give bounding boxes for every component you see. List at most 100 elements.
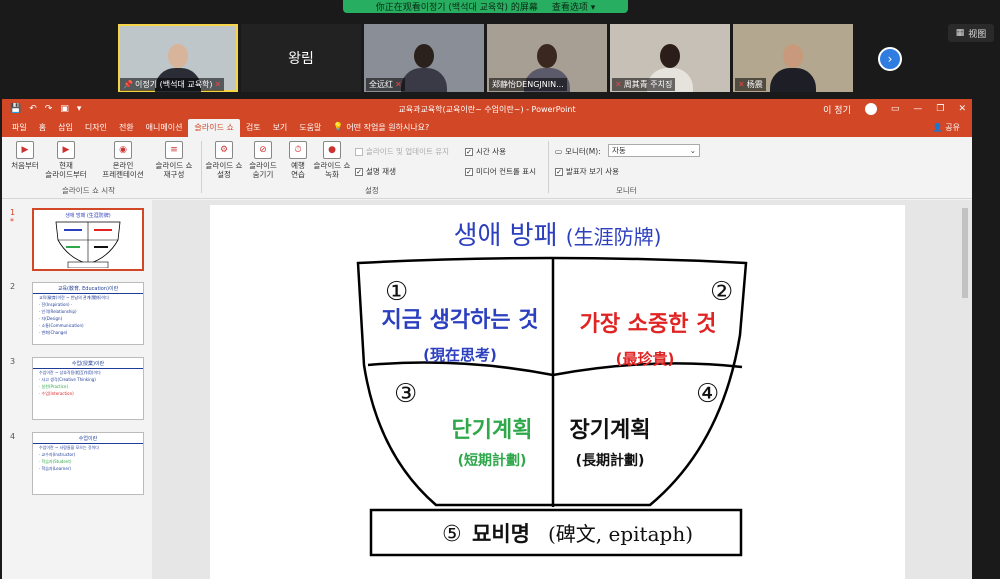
slide-thumbnail[interactable]: 수업이란 수업이란 ~ 사람들을 모으는 것이다 · 교수자(Instructo…: [32, 432, 144, 495]
pin-icon: 📌: [123, 80, 133, 89]
q1-number: ①: [385, 277, 408, 307]
thumbnail-title: 교육(敎育, Education)이란: [33, 283, 143, 294]
checkbox-box: ✓: [355, 167, 363, 176]
ribbon-separator: [201, 141, 202, 193]
ribbon-tabs: 파일 홈 삽입 디자인 전환 애니메이션 슬라이드 쇼 검토 보기 도움말 💡 어…: [2, 119, 972, 137]
thumbnail-line: 수업이란 ~ 상호작용(相互作用)이다: [39, 370, 101, 375]
thumbnail-title: 수업이란: [33, 433, 143, 444]
tab-view[interactable]: 보기: [267, 122, 294, 137]
thumbnail-line: · 소통(Communication): [39, 323, 84, 328]
tell-me-search[interactable]: 💡 어떤 작업을 원하시나요?: [327, 122, 435, 137]
online-present-icon: ◉: [114, 141, 132, 159]
group-label-setup: 설정: [365, 186, 379, 195]
share-button[interactable]: 👤 공유: [933, 122, 960, 133]
participant-strip: 📌 이정기 (백석대 교육학) ✕ 왕림 全远红 ✕ 郑静怡DENGJNIN... ✕…: [118, 24, 853, 92]
setup-slideshow-button[interactable]: ⚙ 슬라이드 쇼 설정: [204, 141, 244, 179]
tab-slideshow[interactable]: 슬라이드 쇼: [188, 119, 240, 137]
checkbox-box: ✓: [555, 167, 563, 176]
video-tile[interactable]: ✕ 杨震: [733, 24, 853, 92]
q2-sub: (最珍貴): [616, 350, 675, 368]
from-current-button[interactable]: ▶ 현재 슬라이드부터: [42, 141, 90, 179]
monitor-select[interactable]: 자동 ⌄: [608, 144, 700, 157]
epitaph-rest: (碑文, epitaph): [548, 522, 693, 546]
participant-name: 📌 이정기 (백석대 교육학) ✕: [120, 78, 225, 91]
video-tile[interactable]: 왕림: [241, 24, 361, 92]
epitaph-main: 묘비명: [472, 522, 530, 546]
tab-transitions[interactable]: 전환: [113, 122, 140, 137]
tab-home[interactable]: 홈: [33, 122, 52, 137]
slide-thumbnails-pane: 1 * 생애 방패 (生涯防牌) 2 교육(敎育, Education)이란 교…: [2, 200, 152, 579]
thumbnail-number: 4: [10, 432, 16, 441]
shield-horizontal-divider: [367, 361, 743, 377]
video-tile[interactable]: 全远红 ✕: [364, 24, 484, 92]
share-banner-text: 你正在观看이정기 (백석대 교육학) 的屏幕: [375, 3, 538, 13]
thumbnail-line: · 사고 생각(Creative Thinking): [39, 377, 96, 382]
powerpoint-window: 💾 ↶ ↷ ▣ ▾ 교육과교육학(교육이란~ 수업이란~) - PowerPoi…: [2, 99, 972, 579]
vertical-scrollbar[interactable]: [960, 200, 970, 579]
scrollbar-thumb[interactable]: [962, 208, 968, 298]
tab-review[interactable]: 검토: [240, 122, 267, 137]
participant-name: 郑静怡DENGJNIN...: [489, 78, 567, 91]
minimize-icon[interactable]: —: [913, 104, 922, 114]
use-timings-checkbox[interactable]: ✓ 시간 사용: [465, 146, 506, 157]
custom-slideshow-button[interactable]: ≡ 슬라이드 쇼 재구성: [153, 141, 195, 179]
thumbnail-title: 수업(授業)이란: [33, 358, 143, 369]
person-icon: 👤: [932, 123, 943, 132]
keep-slides-updated-checkbox[interactable]: 슬라이드 및 업데이트 유지: [355, 146, 449, 157]
share-banner[interactable]: 你正在观看이정기 (백석대 교육학) 的屏幕 查看选项 ▾: [343, 0, 628, 13]
close-icon[interactable]: ✕: [958, 104, 966, 114]
online-presentation-button[interactable]: ◉ 온라인 프레젠테이션: [95, 141, 151, 179]
media-controls-checkbox[interactable]: ✓ 미디어 컨트롤 표시: [465, 166, 536, 177]
presenter-view-checkbox[interactable]: ✓ 발표자 보기 사용: [555, 166, 619, 177]
thumbnail-line: · 변화(Change): [39, 330, 68, 335]
shield-mini-icon: [55, 221, 121, 269]
view-options-button[interactable]: 查看选项 ▾: [552, 0, 595, 13]
ribbon-display-icon[interactable]: ▭: [891, 104, 900, 114]
q2-number: ②: [710, 277, 733, 307]
tab-insert[interactable]: 삽입: [52, 122, 79, 137]
hide-slide-button[interactable]: ⊘ 슬라이드 숨기기: [245, 141, 281, 179]
rehearse-button[interactable]: ⏱ 예행 연습: [285, 141, 311, 179]
thumbnail-line: · 학습자(Learner): [39, 466, 71, 471]
tab-animations[interactable]: 애니메이션: [140, 122, 189, 137]
from-beginning-button[interactable]: ▶ 처음부터: [8, 141, 42, 170]
slideshow-start-icon: ▶: [16, 141, 34, 159]
thumbnail-number: 1 *: [10, 208, 16, 226]
play-narration-checkbox[interactable]: ✓ 설명 재생: [355, 166, 396, 177]
next-page-button[interactable]: ›: [878, 47, 902, 71]
q4-number: ④: [696, 379, 719, 409]
slide-thumbnail[interactable]: 수업(授業)이란 수업이란 ~ 상호작용(相互作用)이다 · 사고 생각(Cre…: [32, 357, 144, 420]
view-button[interactable]: ▦ 视图: [948, 24, 994, 42]
thumbnail-line: · 자(Design): [39, 316, 63, 321]
thumbnail-number: 2: [10, 282, 16, 291]
video-tile[interactable]: ✕ 周其青 주치징: [610, 24, 730, 92]
grid-icon: ▦: [955, 28, 965, 38]
video-tile[interactable]: 郑静怡DENGJNIN...: [487, 24, 607, 92]
workspace: 1 * 생애 방패 (生涯防牌) 2 교육(敎育, Education)이란 교…: [2, 200, 972, 579]
record-button[interactable]: ● 슬라이드 쇼 녹화: [312, 141, 352, 179]
thumbnail-line: · 인격(Relationship): [39, 309, 77, 314]
custom-show-icon: ≡: [165, 141, 183, 159]
setup-icon: ⚙: [215, 141, 233, 159]
slide-thumbnail[interactable]: 교육(敎育, Education)이란 교육(敎育)이란 ~ 반납의 관계(關係…: [32, 282, 144, 345]
q4-sub: (長期計劃): [576, 452, 645, 469]
slide-thumbnail[interactable]: 생애 방패 (生涯防牌): [32, 208, 144, 271]
title-bar: 💾 ↶ ↷ ▣ ▾ 교육과교육학(교육이란~ 수업이란~) - PowerPoi…: [2, 99, 972, 119]
tab-design[interactable]: 디자인: [79, 122, 113, 137]
life-shield-diagram: ① 지금 생각하는 것 (現在思考) ② 가장 소중한 것 (最珍貴) ③ 단기…: [356, 256, 748, 557]
slide-canvas[interactable]: 생애 방패 (生涯防牌) ① 지금 생각하는 것 (現在思考) ② 가장 소중한…: [210, 205, 905, 579]
tab-help[interactable]: 도움말: [293, 122, 327, 137]
participant-name: ✕ 杨震: [735, 78, 766, 91]
thumbnail-number: 3: [10, 357, 16, 366]
record-icon: ●: [323, 141, 341, 159]
thumbnail-title: 생애 방패 (生涯防牌): [65, 213, 111, 219]
participant-name: 왕림: [288, 51, 314, 67]
q4-main: 장기계획: [570, 418, 651, 443]
avatar[interactable]: [864, 103, 877, 115]
thumbnail-line: · 교수자(Instructor): [39, 452, 76, 457]
restore-icon[interactable]: ❐: [936, 104, 944, 114]
slideshow-current-icon: ▶: [57, 141, 75, 159]
ribbon-separator: [548, 141, 549, 193]
tab-file[interactable]: 파일: [6, 122, 33, 137]
video-tile[interactable]: 📌 이정기 (백석대 교육학) ✕: [118, 24, 238, 92]
